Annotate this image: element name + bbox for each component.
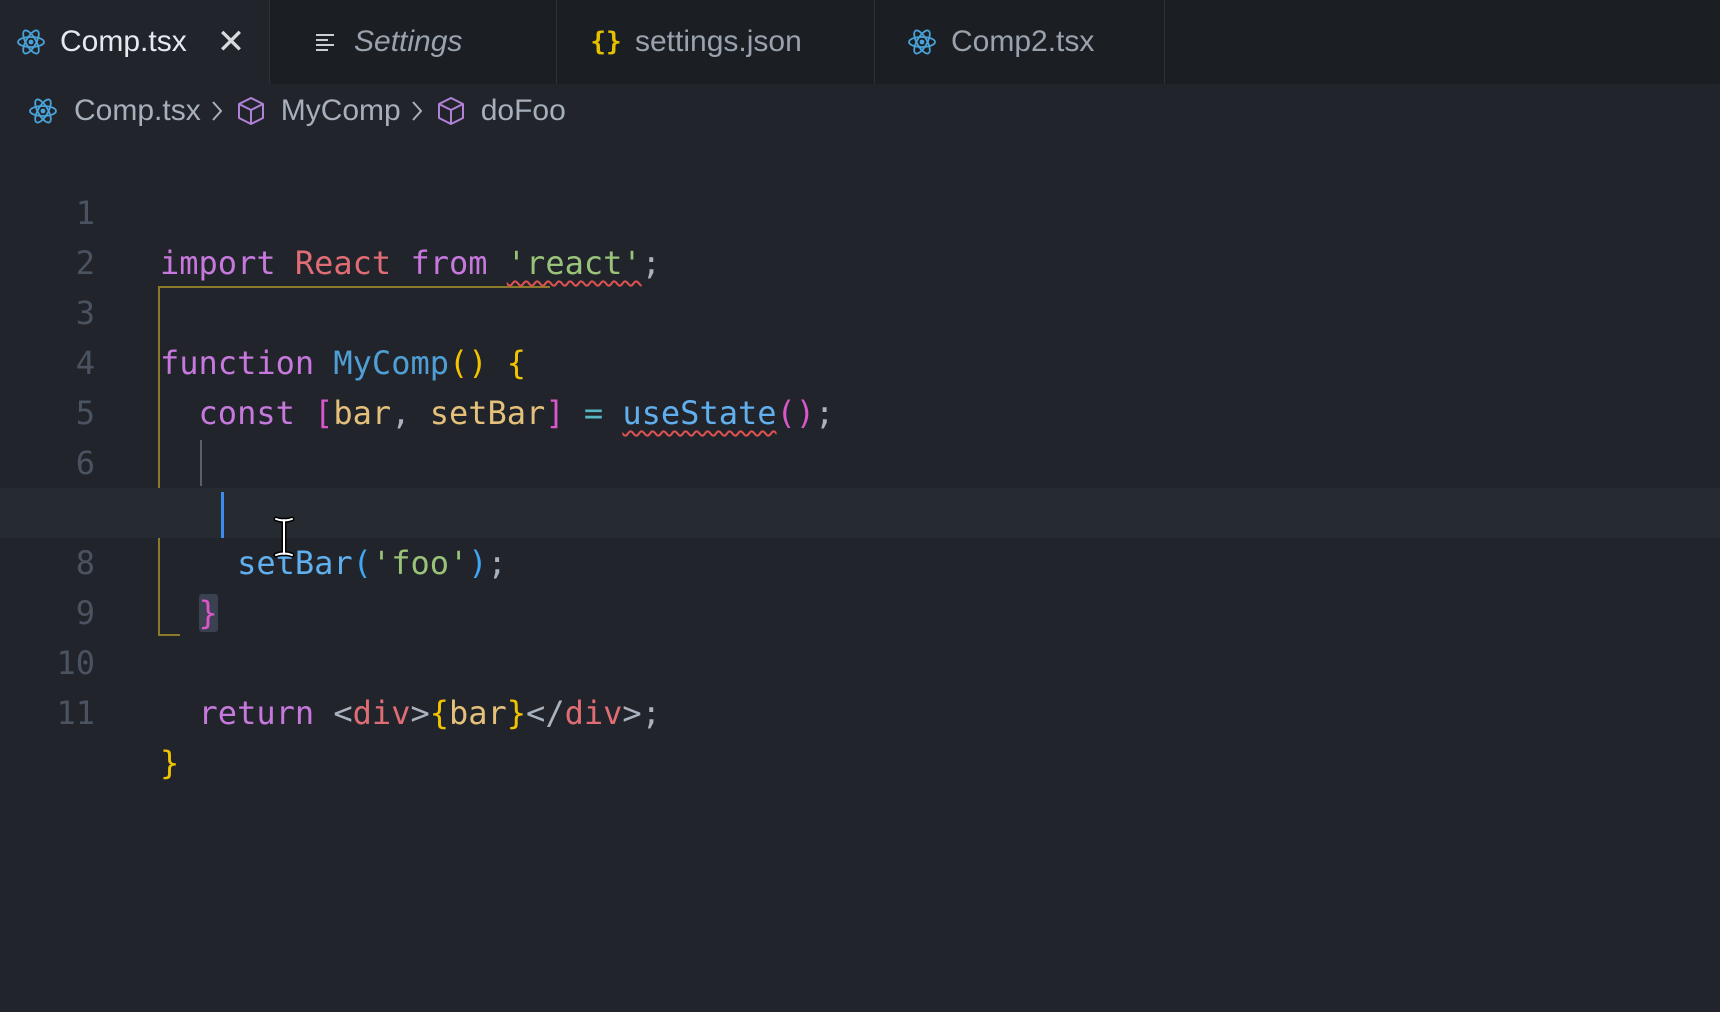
breadcrumb-label: doFoo (480, 94, 566, 127)
close-icon[interactable]: ✕ (217, 25, 246, 59)
breadcrumb: Comp.tsx MyComp doFoo (28, 90, 566, 132)
code-line[interactable]: 2 (0, 188, 1720, 282)
settings-list-icon (310, 27, 340, 57)
code-line[interactable]: 11 } (0, 638, 1720, 782)
tab-label: Comp.tsx (60, 25, 187, 58)
code-line-current[interactable]: 8 } (0, 488, 1720, 632)
breadcrumb-file[interactable]: Comp.tsx (28, 94, 201, 128)
chevron-right-icon (209, 98, 225, 124)
punctuation: > (622, 694, 642, 732)
chevron-right-icon (409, 98, 425, 124)
breadcrumb-label: Comp.tsx (74, 94, 201, 127)
jsx-tag: div (564, 694, 623, 732)
ibeam-cursor-icon (273, 516, 295, 558)
punctuation: ; (641, 694, 661, 732)
react-icon (28, 95, 60, 127)
punctuation: < (333, 694, 353, 732)
tab-settings-json[interactable]: {} settings.json (557, 0, 875, 84)
react-icon (16, 27, 46, 57)
keyword-return: return (198, 694, 315, 732)
cube-icon (235, 95, 267, 127)
code-line[interactable]: 10 return <div>{bar}</div>; (0, 588, 1720, 732)
jsx-tag: div (352, 694, 411, 732)
json-braces-icon: {} (590, 27, 622, 57)
tab-comp-tsx[interactable]: Comp.tsx ✕ (0, 0, 270, 84)
tab-comp2-tsx[interactable]: Comp2.tsx (875, 0, 1165, 84)
react-icon (907, 27, 937, 57)
code-line[interactable]: 7 setBar('foo'); (0, 438, 1720, 582)
code-line[interactable]: 6 function doFoo() { (0, 388, 1720, 532)
breadcrumb-dofoo[interactable]: doFoo (435, 94, 566, 128)
editor-tab-bar: Comp.tsx ✕ Settings {} settings.json Com… (0, 0, 1720, 84)
code-line[interactable]: 9 (0, 538, 1720, 632)
tab-label: Comp2.tsx (951, 25, 1095, 58)
punctuation: > (410, 694, 430, 732)
tab-settings[interactable]: Settings (270, 0, 557, 84)
tab-label: Settings (354, 25, 463, 58)
code-line[interactable]: 5 (0, 338, 1720, 432)
identifier: bar (448, 694, 507, 732)
line-number: 11 (56, 694, 95, 732)
punctuation: </ (526, 694, 565, 732)
cube-icon (435, 95, 467, 127)
tab-label: settings.json (635, 25, 802, 58)
punctuation: } (160, 744, 180, 782)
code-line[interactable]: 1 import React from 'react'; (0, 138, 1720, 282)
code-line[interactable]: 4 const [bar, setBar] = useState(); (0, 288, 1720, 432)
punctuation: { (429, 694, 449, 732)
text-cursor (221, 492, 224, 538)
breadcrumb-label: MyComp (280, 94, 401, 127)
punctuation: } (506, 694, 527, 732)
breadcrumb-mycomp[interactable]: MyComp (235, 94, 401, 128)
code-line[interactable]: 3 function MyComp() { (0, 238, 1720, 382)
code-editor[interactable]: 1 import React from 'react'; 2 3 functio… (0, 138, 1720, 1012)
